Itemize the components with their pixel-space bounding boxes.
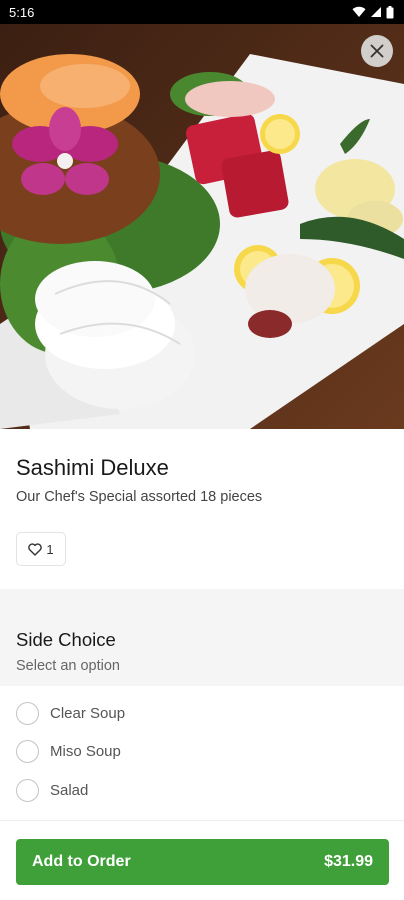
status-bar: 5:16 bbox=[0, 0, 404, 24]
order-footer: Add to Order $31.99 bbox=[0, 820, 404, 900]
side-choice-header: Side Choice Select an option bbox=[0, 589, 404, 686]
close-icon bbox=[370, 44, 384, 58]
heart-icon bbox=[28, 542, 43, 556]
add-to-order-button[interactable]: Add to Order $31.99 bbox=[16, 839, 389, 885]
radio-button[interactable] bbox=[16, 778, 39, 802]
order-price: $31.99 bbox=[324, 853, 373, 870]
option-label: Clear Soup bbox=[50, 704, 126, 722]
like-count: 1 bbox=[46, 541, 54, 557]
status-icons bbox=[352, 5, 394, 19]
wifi-icon bbox=[352, 6, 366, 18]
status-time: 5:16 bbox=[9, 4, 35, 20]
like-button[interactable]: 1 bbox=[16, 532, 66, 566]
side-choice-title: Side Choice bbox=[16, 629, 116, 650]
option-salad[interactable]: Salad bbox=[0, 771, 404, 810]
radio-button[interactable] bbox=[16, 740, 39, 764]
option-label: Miso Soup bbox=[50, 743, 121, 761]
radio-button[interactable] bbox=[16, 701, 39, 725]
close-button[interactable] bbox=[361, 35, 393, 67]
battery-icon bbox=[386, 5, 394, 18]
option-miso-soup[interactable]: Miso Soup bbox=[0, 733, 404, 772]
add-to-order-label: Add to Order bbox=[32, 853, 131, 870]
item-description: Our Chef's Special assorted 18 pieces bbox=[16, 489, 263, 505]
option-clear-soup[interactable]: Clear Soup bbox=[0, 694, 404, 733]
item-info: Sashimi Deluxe Our Chef's Special assort… bbox=[0, 429, 404, 589]
signal-icon bbox=[371, 7, 381, 17]
item-photo bbox=[0, 24, 404, 429]
side-choice-subtitle: Select an option bbox=[16, 658, 120, 674]
item-title: Sashimi Deluxe bbox=[16, 455, 169, 480]
option-label: Salad bbox=[50, 781, 89, 799]
side-choice-options: Clear Soup Miso Soup Salad bbox=[0, 694, 404, 810]
